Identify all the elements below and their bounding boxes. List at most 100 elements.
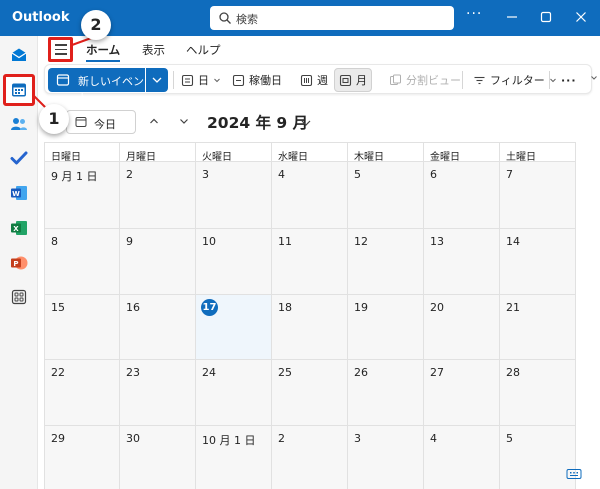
day-cell[interactable]: 8	[44, 229, 120, 295]
day-number: 6	[430, 168, 437, 181]
tab-help[interactable]: ヘルプ	[186, 42, 221, 58]
day-cell[interactable]: 2	[120, 162, 196, 229]
day-cell[interactable]: 28	[500, 360, 576, 426]
week-view-icon	[300, 74, 313, 86]
new-event-dropdown[interactable]	[146, 68, 168, 92]
weekday-header: 月曜日	[120, 142, 196, 163]
menu-line-icon	[54, 44, 67, 46]
ribbon-toolbar: 新しいイベント 日 稼働日 週 月 分割ビュー フィルター ···	[44, 64, 592, 104]
day-cell[interactable]: 19	[348, 295, 424, 360]
callout-2: 2	[81, 10, 111, 40]
day-cell[interactable]: 26	[348, 360, 424, 426]
new-event-label: 新しいイベント	[78, 75, 144, 104]
day-cell[interactable]: 27	[424, 360, 500, 426]
day-cell[interactable]: 25	[272, 360, 348, 426]
month-view-button[interactable]: 月	[334, 68, 372, 92]
day-cell[interactable]: 5	[500, 426, 576, 489]
day-cell[interactable]: 9 月 1 日	[44, 162, 120, 229]
menu-line-icon	[54, 53, 67, 55]
filter-icon	[474, 76, 485, 84]
day-cell[interactable]: 10 月 1 日	[196, 426, 272, 489]
week-view-button[interactable]: 週	[296, 68, 332, 92]
day-cell[interactable]: 20	[424, 295, 500, 360]
work-week-button[interactable]: 稼働日	[228, 68, 286, 92]
day-number: 8	[51, 235, 58, 248]
day-number: 30	[126, 432, 140, 445]
search-box[interactable]: 検索	[210, 6, 454, 30]
split-view-button[interactable]: 分割ビュー	[385, 68, 465, 92]
new-event-button[interactable]: 新しいイベント	[48, 68, 145, 104]
day-number: 10 月 1 日	[202, 434, 256, 447]
rail-mail[interactable]	[6, 42, 32, 68]
day-number: 3	[354, 432, 361, 445]
day-cell[interactable]: 17	[196, 295, 272, 360]
day-view-label: 日	[198, 74, 209, 87]
svg-text:W: W	[12, 190, 20, 198]
svg-text:X: X	[13, 225, 19, 233]
day-cell[interactable]: 7	[500, 162, 576, 229]
weekday-header: 火曜日	[196, 142, 272, 163]
toolbar-more-button[interactable]: ···	[557, 68, 581, 92]
day-cell[interactable]: 3	[348, 426, 424, 489]
rail-todo[interactable]	[6, 145, 32, 171]
weekday-header: 日曜日	[44, 142, 120, 163]
app-title: Outlook	[12, 10, 70, 25]
work-week-label: 稼働日	[249, 74, 282, 87]
day-cell[interactable]: 2	[272, 426, 348, 489]
rail-apps[interactable]	[6, 284, 32, 310]
rail-powerpoint[interactable]: P	[6, 250, 32, 276]
day-number: 19	[354, 301, 368, 314]
titlebar-more-button[interactable]: ···	[466, 6, 482, 22]
day-cell[interactable]: 13	[424, 229, 500, 295]
close-icon[interactable]	[572, 8, 590, 26]
day-cell[interactable]: 24	[196, 360, 272, 426]
maximize-icon[interactable]	[537, 8, 555, 26]
day-number: 9	[126, 235, 133, 248]
day-cell[interactable]: 30	[120, 426, 196, 489]
day-cell[interactable]: 12	[348, 229, 424, 295]
rail-excel[interactable]: X	[6, 215, 32, 241]
day-cell[interactable]: 4	[272, 162, 348, 229]
day-number: 15	[51, 301, 65, 314]
today-button[interactable]: 今日	[66, 110, 136, 134]
day-cell[interactable]: 11	[272, 229, 348, 295]
week-view-label: 週	[317, 74, 328, 87]
day-cell[interactable]: 5	[348, 162, 424, 229]
day-number: 11	[278, 235, 292, 248]
apps-icon	[11, 289, 27, 305]
day-cell[interactable]: 10	[196, 229, 272, 295]
keyboard-icon[interactable]	[566, 468, 582, 480]
day-cell[interactable]: 21	[500, 295, 576, 360]
weekday-header: 金曜日	[424, 142, 500, 163]
day-cell[interactable]: 23	[120, 360, 196, 426]
day-view-button[interactable]: 日	[177, 68, 225, 92]
next-month-icon[interactable]	[177, 114, 191, 128]
filter-button[interactable]: フィルター	[469, 68, 561, 92]
day-number: 2	[278, 432, 285, 445]
day-cell[interactable]: 29	[44, 426, 120, 489]
day-cell[interactable]: 18	[272, 295, 348, 360]
day-cell[interactable]: 14	[500, 229, 576, 295]
day-cell[interactable]: 3	[196, 162, 272, 229]
todo-check-icon	[10, 151, 28, 165]
day-cell[interactable]: 6	[424, 162, 500, 229]
minimize-icon[interactable]	[503, 8, 521, 26]
day-cell[interactable]: 16	[120, 295, 196, 360]
previous-month-icon[interactable]	[147, 114, 161, 128]
day-number: 26	[354, 366, 368, 379]
day-cell[interactable]: 4	[424, 426, 500, 489]
rail-word[interactable]: W	[6, 180, 32, 206]
tab-view[interactable]: 表示	[142, 42, 165, 58]
day-cell[interactable]: 15	[44, 295, 120, 360]
day-number: 25	[278, 366, 292, 379]
day-cell[interactable]: 9	[120, 229, 196, 295]
day-number: 22	[51, 366, 65, 379]
calendar-add-icon	[56, 74, 70, 86]
day-number: 20	[430, 301, 444, 314]
day-cell[interactable]: 22	[44, 360, 120, 426]
day-number: 29	[51, 432, 65, 445]
day-number: 13	[430, 235, 444, 248]
rail-people[interactable]	[6, 111, 32, 137]
chevron-down-icon[interactable]	[590, 74, 598, 82]
month-picker-chevron-icon[interactable]	[299, 116, 313, 130]
